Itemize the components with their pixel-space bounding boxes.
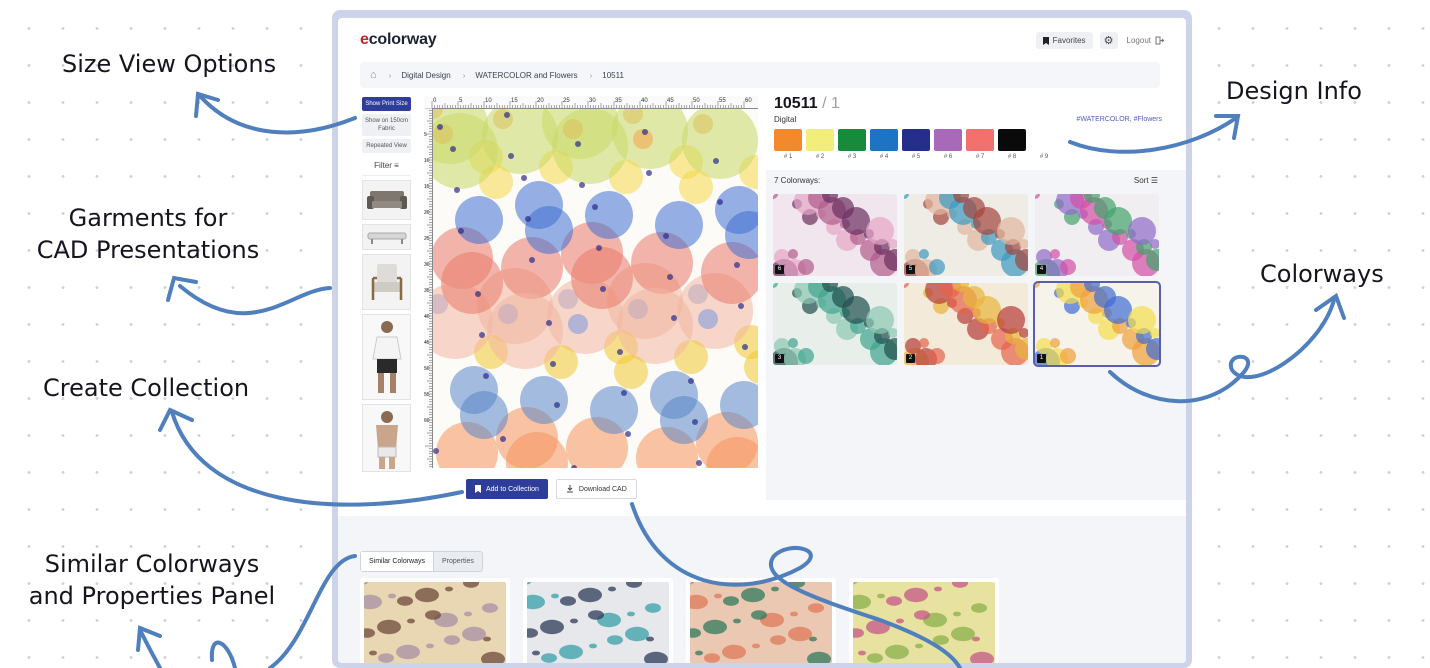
- arrow-collection: [170, 410, 464, 507]
- callout-arrows: [136, 91, 1346, 668]
- arrow-size-view: [198, 94, 357, 135]
- arrow-garments: [178, 284, 332, 316]
- arrow-design-info: [1068, 116, 1238, 154]
- arrow-download: [630, 502, 962, 668]
- arrow-similar: [138, 554, 357, 668]
- arrow-colorways: [1108, 298, 1336, 404]
